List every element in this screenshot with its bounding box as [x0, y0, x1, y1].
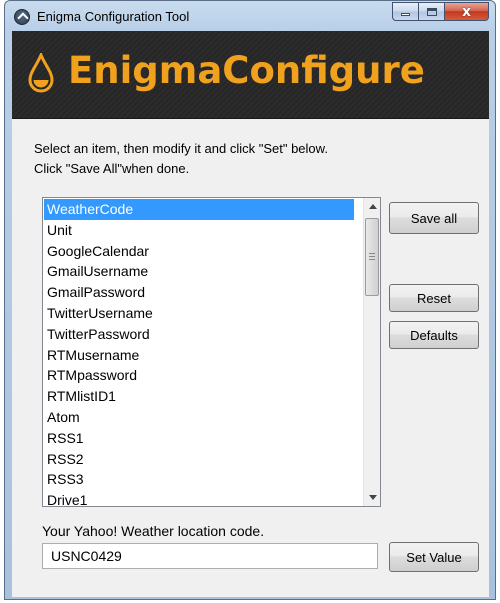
scroll-thumb[interactable]: [365, 218, 379, 296]
list-item[interactable]: RTMpassword: [44, 365, 354, 386]
maximize-button[interactable]: [419, 2, 445, 21]
list-item[interactable]: TwitterUsername: [44, 303, 354, 324]
list-item[interactable]: Atom: [44, 407, 354, 428]
close-icon: x: [461, 3, 472, 20]
list-item[interactable]: GmailUsername: [44, 261, 354, 282]
list-item[interactable]: RSS1: [44, 428, 354, 449]
value-input[interactable]: [42, 543, 378, 569]
list-item[interactable]: RSS3: [44, 469, 354, 490]
set-value-button[interactable]: Set Value: [389, 542, 479, 572]
maximize-icon: [426, 7, 437, 16]
list-item[interactable]: GmailPassword: [44, 282, 354, 303]
list-item[interactable]: WeatherCode: [44, 199, 354, 220]
scroll-up-button[interactable]: [364, 198, 380, 215]
save-all-button[interactable]: Save all: [389, 202, 479, 234]
close-button[interactable]: x: [445, 2, 489, 21]
list-item[interactable]: TwitterPassword: [44, 324, 354, 345]
scroll-down-button[interactable]: [364, 489, 380, 506]
vertical-scrollbar[interactable]: [363, 198, 380, 506]
settings-listbox[interactable]: WeatherCode Unit GoogleCalendar GmailUserna…: [42, 197, 381, 507]
minimize-button[interactable]: [392, 2, 419, 21]
list-item[interactable]: Unit: [44, 220, 354, 241]
water-drop-icon: [28, 53, 54, 93]
list-item[interactable]: RTMusername: [44, 345, 354, 366]
list-item[interactable]: RSS2: [44, 449, 354, 470]
reset-button[interactable]: Reset: [389, 284, 479, 312]
app-window: Enigma Configuration Tool x EnigmaConfig…: [4, 0, 496, 600]
caption-buttons: x: [392, 2, 489, 22]
instruction-line-1: Select an item, then modify it and click…: [34, 141, 328, 156]
instructions: Select an item, then modify it and click…: [34, 139, 328, 179]
settings-list: WeatherCode Unit GoogleCalendar GmailUserna…: [44, 199, 354, 506]
main-panel: Select an item, then modify it and click…: [12, 119, 489, 597]
list-item[interactable]: GoogleCalendar: [44, 241, 354, 262]
window-title: Enigma Configuration Tool: [37, 9, 190, 24]
list-item[interactable]: Drive1: [44, 490, 354, 506]
defaults-button[interactable]: Defaults: [389, 321, 479, 349]
banner-title: EnigmaConfigure: [68, 49, 425, 92]
list-item[interactable]: RTMlistID1: [44, 386, 354, 407]
grip-icon: [369, 253, 375, 260]
value-field-label: Your Yahoo! Weather location code.: [42, 523, 265, 539]
title-bar[interactable]: Enigma Configuration Tool x: [5, 1, 495, 31]
instruction-line-2: Click "Save All"when done.: [34, 161, 190, 176]
app-icon[interactable]: [14, 9, 30, 25]
minimize-icon: [401, 13, 410, 16]
header-banner: EnigmaConfigure: [12, 31, 489, 119]
arrow-up-icon: [368, 204, 377, 209]
arrow-down-icon: [368, 495, 377, 500]
